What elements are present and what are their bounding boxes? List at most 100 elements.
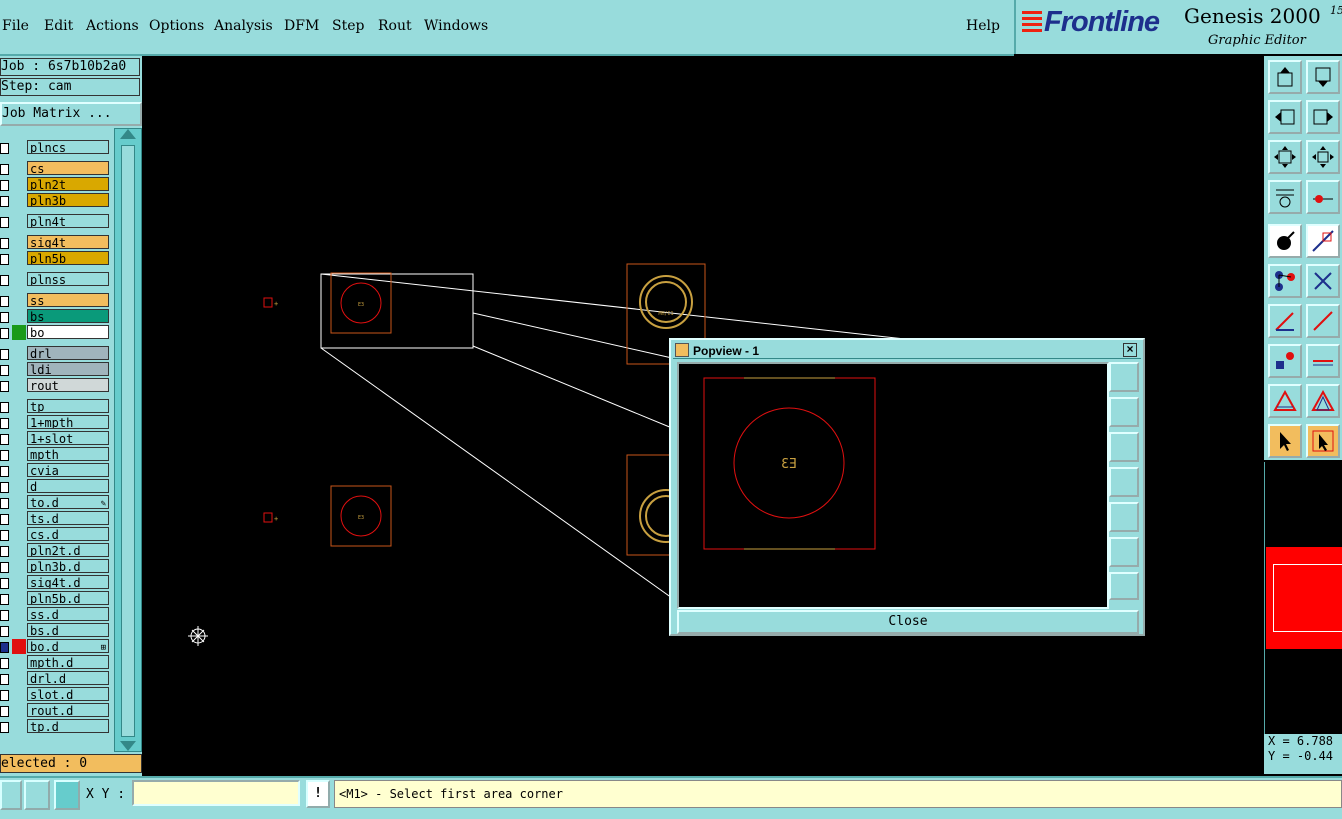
layer-color-swatch[interactable] [12,235,26,250]
layer-row[interactable]: ldi [0,362,112,377]
display-settings-icon[interactable] [1268,180,1302,214]
layer-color-swatch[interactable] [12,703,26,718]
layer-row[interactable]: ts.d [0,511,112,526]
layer-checkbox[interactable] [0,722,9,733]
popview-zoom-icon[interactable] [1109,362,1139,392]
menu-step[interactable]: Step [332,18,364,34]
layer-checkbox[interactable] [0,196,9,207]
layer-checkbox[interactable] [0,498,9,509]
layer-checkbox[interactable] [0,296,9,307]
layer-checkbox[interactable] [0,578,9,589]
layer-color-swatch[interactable] [12,399,26,414]
layer-color-swatch[interactable] [12,687,26,702]
snap-line-icon[interactable] [1306,344,1340,378]
layer-checkbox[interactable] [0,275,9,286]
layer-row[interactable]: pln2t.d [0,543,112,558]
menu-file[interactable]: File [2,18,29,34]
connect-icon[interactable] [1268,264,1302,298]
layer-name[interactable]: sig4t [27,235,109,249]
layer-color-swatch[interactable] [12,495,26,510]
layer-color-swatch[interactable] [12,293,26,308]
snap-mode-icon[interactable] [0,780,22,810]
layer-name[interactable]: rout [27,378,109,392]
layer-row[interactable]: to.d ✎ [0,495,112,510]
layer-name[interactable]: 1+slot [27,431,109,445]
overview-view-box[interactable] [1273,564,1342,632]
layer-row[interactable]: pln2t [0,177,112,192]
layer-name[interactable]: mpth [27,447,109,461]
layer-checkbox[interactable] [0,610,9,621]
layer-color-swatch[interactable] [12,177,26,192]
layer-checkbox[interactable] [0,626,9,637]
layer-row[interactable]: 1+mpth [0,415,112,430]
layer-color-swatch[interactable] [12,346,26,361]
layer-name[interactable]: bs.d [27,623,109,637]
popview-fit-icon[interactable] [1109,537,1139,567]
layer-color-swatch[interactable] [12,719,26,734]
layer-color-swatch[interactable] [12,362,26,377]
layer-color-swatch[interactable] [12,671,26,686]
layer-name[interactable]: bo.d ⊞ [27,639,109,653]
menu-options[interactable]: Options [149,18,204,34]
layer-row[interactable]: cs.d [0,527,112,542]
layer-name[interactable]: mpth.d [27,655,109,669]
pan-right-icon[interactable] [1306,100,1340,134]
select-pointer-icon[interactable] [1268,424,1302,458]
layer-name[interactable]: tp.d [27,719,109,733]
layer-checkbox[interactable] [0,143,9,154]
layer-row[interactable]: ss [0,293,112,308]
layer-name[interactable]: pln3b [27,193,109,207]
menu-help[interactable]: Help [966,18,1000,34]
layer-row[interactable]: pln5b.d [0,591,112,606]
layer-checkbox[interactable] [0,402,9,413]
popview-center-icon[interactable] [1109,572,1139,600]
layer-name[interactable]: cvia [27,463,109,477]
layer-checkbox[interactable] [0,381,9,392]
layer-row[interactable]: cvia [0,463,112,478]
layer-name[interactable]: plnss [27,272,109,286]
layer-name[interactable]: pln4t [27,214,109,228]
layer-checkbox[interactable] [0,546,9,557]
pan-down-icon[interactable] [1306,60,1340,94]
menu-rout[interactable]: Rout [378,18,412,34]
layer-color-swatch[interactable] [12,575,26,590]
popview-titlebar[interactable]: Popview - 1 × [673,342,1141,359]
layer-name[interactable]: slot.d [27,687,109,701]
layer-row[interactable]: bo.d ⊞ [0,639,112,654]
layer-checkbox[interactable] [0,180,9,191]
xy-input[interactable] [132,780,300,806]
layer-name[interactable]: pln2t [27,177,109,191]
triangle-icon[interactable] [1268,384,1302,418]
layer-color-swatch[interactable] [12,161,26,176]
layer-row[interactable]: sig4t [0,235,112,250]
layer-row[interactable]: bo [0,325,112,340]
layer-checkbox[interactable] [0,238,9,249]
layer-row[interactable]: pln5b [0,251,112,266]
layer-name[interactable]: bo [27,325,109,339]
layer-name[interactable]: bs [27,309,109,323]
layer-color-swatch[interactable] [12,639,26,654]
vertex-icon[interactable] [1306,384,1340,418]
layer-checkbox[interactable] [0,217,9,228]
layer-checkbox[interactable] [0,434,9,445]
popview-pan-down-icon[interactable] [1109,432,1139,462]
menu-edit[interactable]: Edit [44,18,73,34]
measure-icon[interactable] [1306,180,1340,214]
menu-dfm[interactable]: DFM [284,18,319,34]
layer-checkbox[interactable] [0,328,9,339]
layer-name[interactable]: d [27,479,109,493]
add-feature-icon[interactable] [1268,224,1302,258]
layer-checkbox[interactable] [0,450,9,461]
layer-checkbox[interactable] [0,254,9,265]
layer-row[interactable]: sig4t.d [0,575,112,590]
layer-name[interactable]: ss [27,293,109,307]
layer-color-swatch[interactable] [12,309,26,324]
layer-checkbox[interactable] [0,674,9,685]
layer-name[interactable]: cs [27,161,109,175]
layer-row[interactable]: tp.d [0,719,112,734]
scroll-thumb[interactable] [121,145,135,737]
info-icon[interactable]: ! [306,780,330,808]
layer-color-swatch[interactable] [12,378,26,393]
layer-row[interactable]: mpth.d [0,655,112,670]
zoom-fit-icon[interactable] [1268,140,1302,174]
